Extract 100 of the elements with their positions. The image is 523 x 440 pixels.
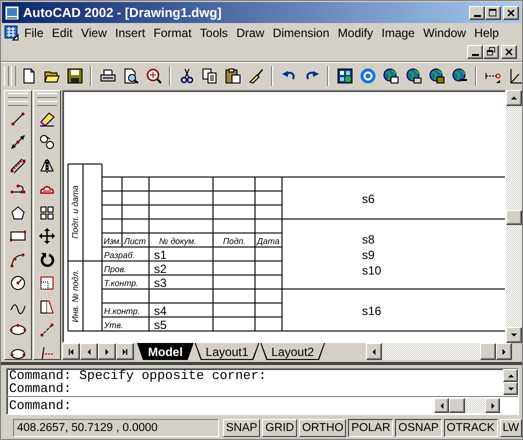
clipboard-icon[interactable] [224,68,240,84]
side-label: Подп. и дата [70,185,80,239]
menu-item[interactable]: Insert [110,26,150,40]
status-toggle[interactable]: SNAP [223,419,260,437]
status-toggle[interactable]: POLAR [348,419,394,437]
status-toggle[interactable]: ORTHO [299,419,346,437]
close-button[interactable] [501,44,517,58]
first-page-button[interactable] [62,343,80,360]
scrollbar-thumb[interactable] [506,210,522,225]
side-label: Инв. № подл. [70,270,80,322]
window-title: AutoCAD 2002 - [Drawing1.dwg] [23,5,223,20]
status-toggle[interactable]: OSNAP [395,419,442,437]
menu-item[interactable]: Edit [48,26,77,40]
document-icon [4,25,20,41]
layout-tab[interactable]: Model [137,343,194,360]
stretch-icon[interactable] [39,298,55,315]
scroll-up-button[interactable] [503,369,518,382]
magnifier-icon[interactable] [146,68,162,84]
field-value: s16 [362,304,382,318]
minimize-icon [472,54,478,56]
parallel-lines-icon[interactable] [10,158,26,174]
menu-item[interactable]: View [76,26,111,40]
minimize-button[interactable] [469,6,485,20]
rectangle-icon[interactable] [10,228,26,244]
menu-item[interactable]: Draw [232,26,269,40]
field-value: s10 [362,263,382,278]
trim-icon[interactable] [39,322,55,338]
line-icon[interactable] [10,110,26,127]
menu-item[interactable]: Image [377,26,420,40]
minimize-button[interactable] [467,44,483,58]
copy-pages-icon[interactable] [202,68,218,84]
status-toggle[interactable]: GRID [262,419,298,437]
menu-item[interactable]: Format [149,26,196,40]
status-toggle[interactable]: LW [500,419,522,437]
maximize-icon [487,6,499,18]
command-history-line: Command: Specify opposite corner: [9,369,268,382]
last-page-button[interactable] [116,343,134,360]
new-page-icon[interactable] [20,68,36,84]
layout-tab[interactable]: Layout2 [260,343,326,360]
maximize-button[interactable] [485,6,501,20]
move-arrows-icon[interactable] [39,228,55,244]
printer-icon[interactable] [100,68,116,84]
field-value: s9 [362,248,375,262]
extend-icon[interactable] [39,346,55,359]
close-button[interactable] [503,6,519,20]
status-toggle[interactable]: OTRACK [444,419,498,437]
scrollbar-thumb[interactable] [480,343,496,360]
table-cell: s1 [154,248,167,262]
mirror-icon[interactable] [39,158,55,174]
command-history-line: Command: [9,382,72,395]
table-cell: s5 [154,318,167,332]
scroll-up-button[interactable] [506,90,522,106]
column-header: Дата [257,236,280,246]
scroll-left-button[interactable] [366,343,382,360]
row-label: Разраб. [104,250,135,260]
arc-icon[interactable] [10,252,26,268]
menu-item[interactable]: Dimension [268,26,334,40]
globe-icon[interactable] [428,68,444,84]
scroll-down-button[interactable] [506,327,522,343]
circles-icon[interactable] [39,134,55,150]
next-page-button[interactable] [98,343,116,360]
menu-item[interactable]: Tools [196,26,232,40]
menu-item[interactable]: Help [470,26,504,40]
column-header: Изм. [104,236,122,246]
eraser-icon[interactable] [39,110,55,127]
scroll-right-button[interactable] [485,398,500,413]
scrollbar-thumb[interactable] [449,398,465,413]
field-value: s6 [362,192,375,206]
rotate-arrow-icon[interactable] [39,252,55,268]
circle-icon[interactable] [10,275,26,292]
table-cell: s3 [154,276,167,290]
ring-icon[interactable] [360,68,376,84]
grid-squares-icon[interactable] [39,204,55,221]
row-label: Т.контр. [104,278,138,288]
scale-icon[interactable] [39,275,55,292]
page-magnifier-icon[interactable] [122,68,138,84]
coordinates-display: 408.2657, 50.7129 , 0.0000 [13,419,219,437]
paintbrush-icon[interactable] [248,68,264,84]
globe-icon[interactable] [406,68,422,84]
previous-page-button[interactable] [80,343,98,360]
app-icon [4,4,20,20]
scissors-icon[interactable] [178,68,194,84]
pentagon-icon[interactable] [10,204,26,221]
scroll-down-button[interactable] [503,382,518,395]
restore-button[interactable] [483,44,499,58]
menu-item[interactable]: Window [419,26,470,40]
restore-icon [485,46,497,58]
window-grid-icon[interactable] [336,68,352,84]
table-cell: s2 [154,262,167,276]
double-arrow-icon[interactable] [10,134,26,150]
menu-item[interactable]: Modify [334,26,378,40]
scroll-right-button[interactable] [496,343,512,360]
globe-icon[interactable] [382,68,398,84]
menu-item[interactable]: File [20,26,48,40]
angle-icon[interactable] [508,68,522,84]
scroll-left-button[interactable] [434,398,449,413]
close-icon [505,6,517,18]
layout-tab[interactable]: Layout1 [194,343,260,360]
globe-icon[interactable] [452,68,468,84]
command-prompt[interactable]: Command: [9,399,434,412]
